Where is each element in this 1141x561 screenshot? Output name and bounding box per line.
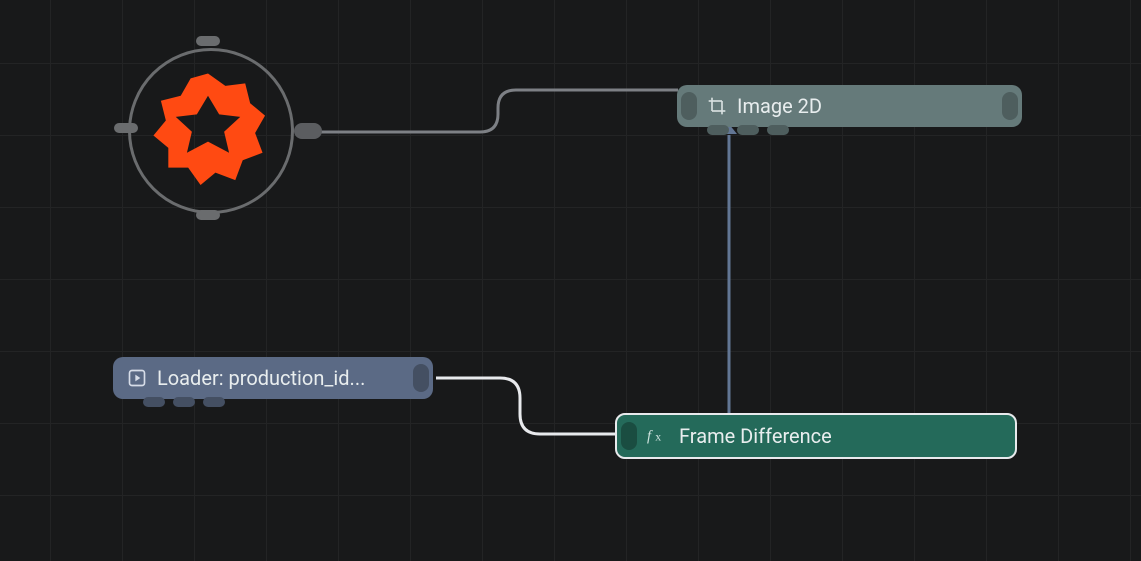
svg-text:f: f bbox=[647, 429, 653, 445]
node-loader-bottom-port[interactable] bbox=[143, 397, 165, 407]
source-node[interactable] bbox=[108, 28, 308, 228]
source-port-top[interactable] bbox=[196, 36, 220, 46]
node-loader-output-port[interactable] bbox=[413, 364, 429, 392]
node-image-bottom-port[interactable] bbox=[767, 125, 789, 135]
source-port-bottom[interactable] bbox=[196, 210, 220, 220]
play-box-icon bbox=[127, 368, 147, 388]
fx-icon: f x bbox=[647, 426, 669, 446]
source-port-left[interactable] bbox=[114, 123, 138, 133]
wire-loader-to-frame bbox=[436, 378, 616, 434]
node-frame-input-port[interactable] bbox=[621, 422, 637, 450]
node-image-label: Image 2D bbox=[737, 94, 822, 118]
crop-frame-icon bbox=[707, 96, 727, 116]
node-loader-label: Loader: production_id... bbox=[157, 366, 365, 390]
gear-star-icon bbox=[146, 66, 270, 190]
node-image-2d[interactable]: Image 2D bbox=[677, 85, 1022, 127]
node-loader-bottom-ports bbox=[143, 397, 225, 407]
node-loader-bottom-port[interactable] bbox=[173, 397, 195, 407]
node-frame-label: Frame Difference bbox=[679, 424, 832, 448]
wire-source-to-image bbox=[320, 90, 678, 132]
node-graph-canvas[interactable]: Image 2D Loader: production_id... f bbox=[0, 0, 1141, 561]
svg-text:x: x bbox=[655, 430, 661, 444]
node-image-bottom-port[interactable] bbox=[707, 125, 729, 135]
node-image-input-port[interactable] bbox=[681, 92, 697, 120]
node-loader-bottom-port[interactable] bbox=[203, 397, 225, 407]
node-image-bottom-ports bbox=[707, 125, 789, 135]
node-frame-difference[interactable]: f x Frame Difference bbox=[615, 413, 1017, 459]
node-image-bottom-port[interactable] bbox=[737, 125, 759, 135]
source-port-right[interactable] bbox=[294, 123, 322, 139]
node-loader[interactable]: Loader: production_id... bbox=[113, 357, 433, 399]
node-image-output-port[interactable] bbox=[1002, 92, 1018, 120]
